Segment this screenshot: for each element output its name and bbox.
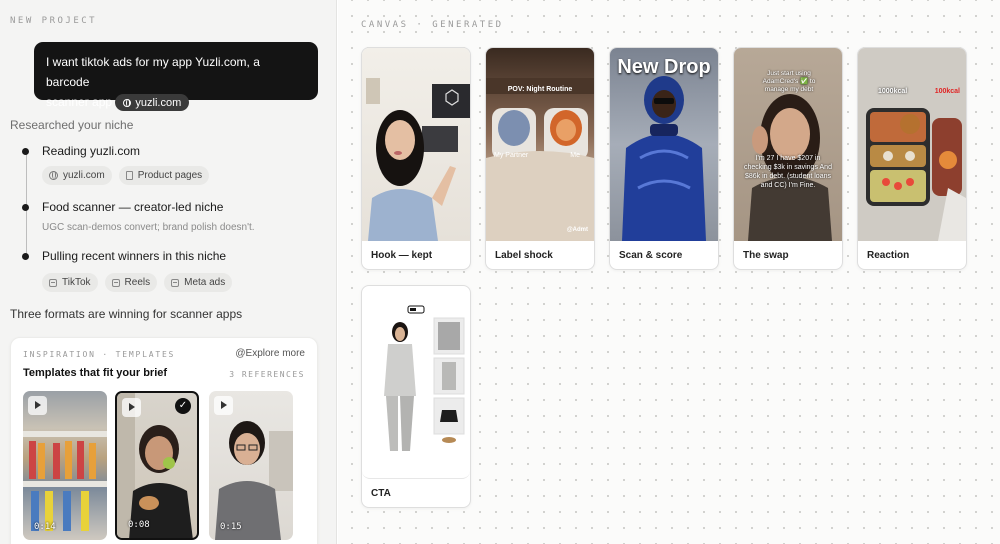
overlay-1000kcal: 1000kcal: [878, 88, 908, 95]
swap-image: Just start using AdamCred's ✅ to manage …: [734, 48, 842, 241]
duration-badge: 0:08: [128, 520, 150, 530]
duration-badge: 0:15: [220, 522, 242, 532]
scan-score-image: New Drop: [610, 48, 718, 241]
research-heading: Researched your niche: [10, 118, 134, 132]
card-label: Hook — kept: [371, 250, 433, 261]
box-icon: [49, 278, 57, 287]
project-label: NEW PROJECT: [10, 16, 98, 26]
template-thumbnail-selected[interactable]: ✓ 0:08: [115, 391, 199, 540]
user-message-line2: scanner app: [46, 95, 113, 109]
card-label: Label shock: [495, 250, 553, 261]
step-dot: [22, 253, 29, 260]
templates-title: Templates that fit your brief: [23, 367, 168, 379]
card-label: The swap: [743, 250, 789, 261]
overlay-debt-caption: Just start using AdamCred's ✅ to manage …: [762, 70, 816, 93]
formats-summary: Three formats are winning for scanner ap…: [10, 307, 243, 321]
source-chip[interactable]: Product pages: [118, 166, 210, 185]
source-chip-label: TikTok: [62, 277, 91, 288]
label-shock-image: POV: Night Routine My Partner Me @Admt: [486, 48, 594, 241]
overlay-debt-story: I'm 27 I have $207 in checking $3k in sa…: [744, 155, 832, 189]
duration-badge: 0:14: [34, 522, 56, 532]
explore-more-link[interactable]: @Explore more: [235, 348, 305, 359]
ad-card-cta[interactable]: CTA: [361, 285, 471, 508]
step-title: Reading yuzli.com: [42, 144, 141, 158]
user-message-bubble: I want tiktok ads for my app Yuzli.com, …: [34, 42, 318, 112]
user-message-line1: I want tiktok ads for my app Yuzli.com, …: [46, 55, 260, 89]
globe-icon: [123, 98, 132, 107]
meal-prep-illustration: [866, 108, 966, 241]
watermark: @Admt: [566, 227, 588, 233]
step-subtitle: UGC scan-demos convert; brand polish doe…: [42, 222, 255, 233]
overlay-100kcal: 100kcal: [934, 88, 960, 95]
overlay-me: Me: [570, 152, 580, 159]
source-chip[interactable]: Meta ads: [164, 273, 233, 292]
template-thumbnail[interactable]: 0:14: [23, 391, 107, 540]
box-icon: [111, 278, 120, 287]
step-dot: [22, 148, 29, 155]
step-dot: [22, 204, 29, 211]
ad-card-reaction[interactable]: 1000kcal 100kcal Reaction: [857, 47, 967, 270]
ad-card-swap[interactable]: Just start using AdamCred's ✅ to manage …: [733, 47, 843, 270]
outfit-illustration: [384, 305, 465, 451]
source-chip-label: Meta ads: [184, 277, 226, 288]
check-icon: ✓: [175, 398, 191, 414]
inspiration-label: INSPIRATION · TEMPLATES: [23, 350, 176, 359]
source-chip[interactable]: TikTok: [42, 273, 98, 292]
hook-image: [362, 48, 470, 241]
source-chip[interactable]: Reels: [104, 273, 158, 292]
cta-image: [362, 286, 470, 479]
step-title: Pulling recent winners in this niche: [42, 249, 227, 263]
box-icon: [171, 278, 180, 287]
play-icon: [214, 396, 233, 415]
overlay-new-drop: New Drop: [617, 56, 711, 78]
generated-canvas: CANVAS · GENERATED Hook — kept POV: Nigh…: [338, 0, 1000, 544]
card-label: Scan & score: [619, 250, 683, 261]
page-icon: [125, 171, 133, 180]
source-chip[interactable]: yuzli.com: [42, 166, 112, 185]
link-chip-label: yuzli.com: [135, 96, 182, 109]
source-chip-label: Product pages: [137, 170, 203, 181]
inspiration-card: INSPIRATION · TEMPLATES @Explore more Te…: [10, 337, 318, 544]
overlay-partner: My Partner: [494, 152, 529, 159]
step-title: Food scanner — creator-led niche: [42, 200, 224, 214]
play-icon: [122, 398, 141, 417]
source-chip-label: yuzli.com: [63, 170, 105, 181]
template-thumbnail[interactable]: 0:15: [209, 391, 293, 540]
globe-icon: [49, 171, 58, 180]
ad-card-scan-score[interactable]: New Drop Scan & score: [609, 47, 719, 270]
plush-bed-illustration: [486, 78, 594, 241]
card-label: CTA: [371, 488, 391, 499]
reaction-image: 1000kcal 100kcal: [858, 48, 966, 241]
ad-card-hook[interactable]: Hook — kept: [361, 47, 471, 270]
link-chip[interactable]: yuzli.com: [115, 94, 190, 112]
hook-illustration: [366, 78, 470, 241]
ad-card-label-shock[interactable]: POV: Night Routine My Partner Me @Admt L…: [485, 47, 595, 270]
reference-count: 3 REFERENCES: [229, 370, 305, 379]
user-message-line2-row: scanner app yuzli.com: [46, 92, 306, 112]
chat-panel: NEW PROJECT I want tiktok ads for my app…: [0, 0, 337, 544]
overlay-pov: POV: Night Routine: [507, 86, 573, 93]
canvas-label: CANVAS · GENERATED: [361, 20, 504, 30]
source-chip-label: Reels: [124, 277, 151, 288]
play-icon: [28, 396, 47, 415]
card-label: Reaction: [867, 250, 910, 261]
